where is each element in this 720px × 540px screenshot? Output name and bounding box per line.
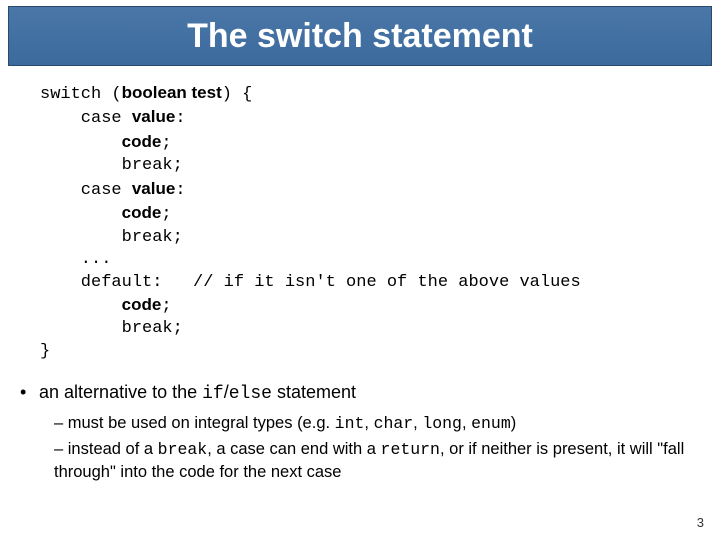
code-line-12: } bbox=[40, 342, 50, 361]
paren: ) bbox=[511, 414, 517, 432]
code-char: char bbox=[374, 414, 414, 433]
code-block: switch (boolean test) { case value: code… bbox=[40, 82, 700, 363]
code-int: int bbox=[335, 414, 365, 433]
code-line-8: ... bbox=[40, 250, 111, 269]
code-line-4: break; bbox=[40, 156, 183, 175]
code-line-1: switch (boolean test) { bbox=[40, 85, 252, 104]
code-line-2: case value: bbox=[40, 109, 186, 128]
code-line-5: case value: bbox=[40, 181, 186, 200]
code-if: if bbox=[202, 384, 224, 404]
code-enum: enum bbox=[471, 414, 511, 433]
bullet-2a: – must be used on integral types (e.g. i… bbox=[54, 412, 700, 435]
bullet-2b-text-b: , a case can end with a bbox=[207, 440, 380, 458]
bullet-2b: – instead of a break, a case can end wit… bbox=[54, 438, 700, 484]
bullet-icon: • bbox=[20, 380, 34, 404]
title-bar: The switch statement bbox=[8, 6, 712, 66]
sep: , bbox=[462, 414, 471, 432]
bullet-1-text-b: statement bbox=[272, 382, 356, 402]
slide: The switch statement switch (boolean tes… bbox=[0, 0, 720, 540]
bullet-list: • an alternative to the if/else statemen… bbox=[20, 380, 700, 483]
code-line-7: break; bbox=[40, 228, 183, 247]
sep: , bbox=[413, 414, 422, 432]
bullet-2a-text: must be used on integral types (e.g. bbox=[68, 414, 335, 432]
bullet-1-text-a: an alternative to the bbox=[39, 382, 202, 402]
page-number: 3 bbox=[697, 515, 704, 530]
code-return: return bbox=[381, 440, 440, 459]
sep: , bbox=[364, 414, 373, 432]
code-line-6: code; bbox=[40, 205, 172, 224]
code-line-3: code; bbox=[40, 134, 172, 153]
code-line-9: default: // if it isn't one of the above… bbox=[40, 273, 581, 292]
code-break: break bbox=[158, 440, 208, 459]
bullet-1: • an alternative to the if/else statemen… bbox=[20, 380, 700, 406]
code-long: long bbox=[422, 414, 462, 433]
slide-title: The switch statement bbox=[187, 17, 533, 56]
bullet-2b-text-a: instead of a bbox=[68, 440, 158, 458]
code-else: else bbox=[229, 384, 272, 404]
code-line-11: break; bbox=[40, 319, 183, 338]
code-line-10: code; bbox=[40, 297, 172, 316]
